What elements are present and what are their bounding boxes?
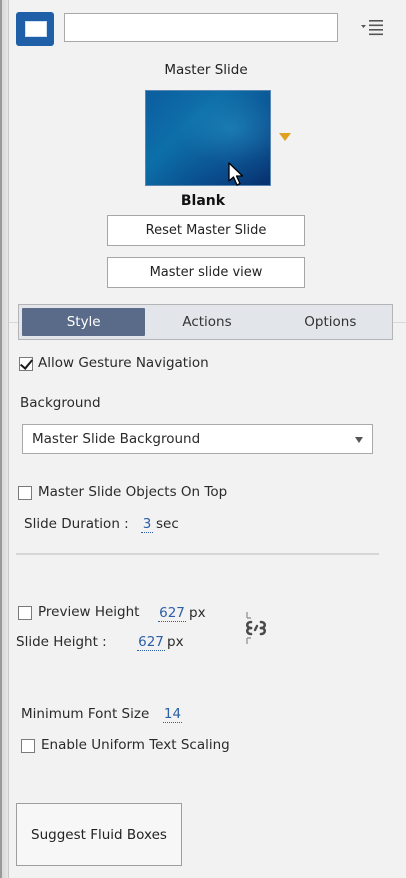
slide-height-input[interactable]: 627 (137, 634, 165, 651)
min-font-size-input[interactable]: 14 (163, 706, 182, 723)
reset-master-slide-button[interactable]: Reset Master Slide (107, 215, 305, 246)
preview-height-input[interactable]: 627 (158, 605, 186, 622)
slide-name-input[interactable] (64, 13, 338, 42)
preview-height-unit: px (189, 605, 206, 621)
slide-height-unit: px (167, 634, 184, 650)
property-tabs: Style Actions Options (18, 304, 393, 340)
min-font-size-label: Minimum Font Size (21, 706, 150, 722)
mouse-cursor-icon (228, 162, 244, 186)
tab-actions[interactable]: Actions (145, 305, 268, 339)
list-menu-icon[interactable] (360, 17, 386, 37)
master-slide-label: Master Slide (164, 62, 248, 78)
section-divider (16, 553, 379, 555)
slide-duration-input[interactable]: 3 (141, 516, 153, 533)
tab-options[interactable]: Options (269, 305, 392, 339)
slide-duration-label: Slide Duration : (24, 516, 129, 532)
suggest-fluid-boxes-button[interactable]: Suggest Fluid Boxes (16, 803, 182, 866)
background-select-value: Master Slide Background (32, 431, 201, 447)
gesture-navigation-label: Allow Gesture Navigation (38, 355, 209, 371)
master-slide-view-button[interactable]: Master slide view (107, 257, 305, 288)
gesture-navigation-checkbox[interactable] (19, 357, 33, 371)
slide-icon-glyph (25, 21, 47, 37)
slide-height-label: Slide Height : (16, 634, 107, 650)
uniform-text-scaling-label: Enable Uniform Text Scaling (41, 737, 230, 753)
tab-style[interactable]: Style (22, 308, 146, 336)
chevron-down-icon (355, 437, 363, 443)
master-dropdown-arrow-icon[interactable] (279, 133, 291, 141)
slide-layout-icon[interactable] (16, 12, 54, 46)
objects-on-top-checkbox[interactable] (18, 486, 32, 500)
objects-on-top-label: Master Slide Objects On Top (38, 484, 228, 500)
master-slide-thumbnail[interactable] (145, 90, 271, 186)
preview-height-label: Preview Height (38, 604, 140, 620)
link-broken-icon[interactable] (240, 608, 272, 648)
master-slide-name: Blank (180, 193, 226, 209)
preview-height-checkbox[interactable] (18, 606, 32, 620)
panel-left-edge (0, 0, 9, 878)
uniform-text-scaling-checkbox[interactable] (21, 739, 35, 753)
background-select[interactable]: Master Slide Background (22, 424, 373, 454)
background-label: Background (20, 395, 101, 411)
slide-duration-unit: sec (156, 516, 179, 532)
